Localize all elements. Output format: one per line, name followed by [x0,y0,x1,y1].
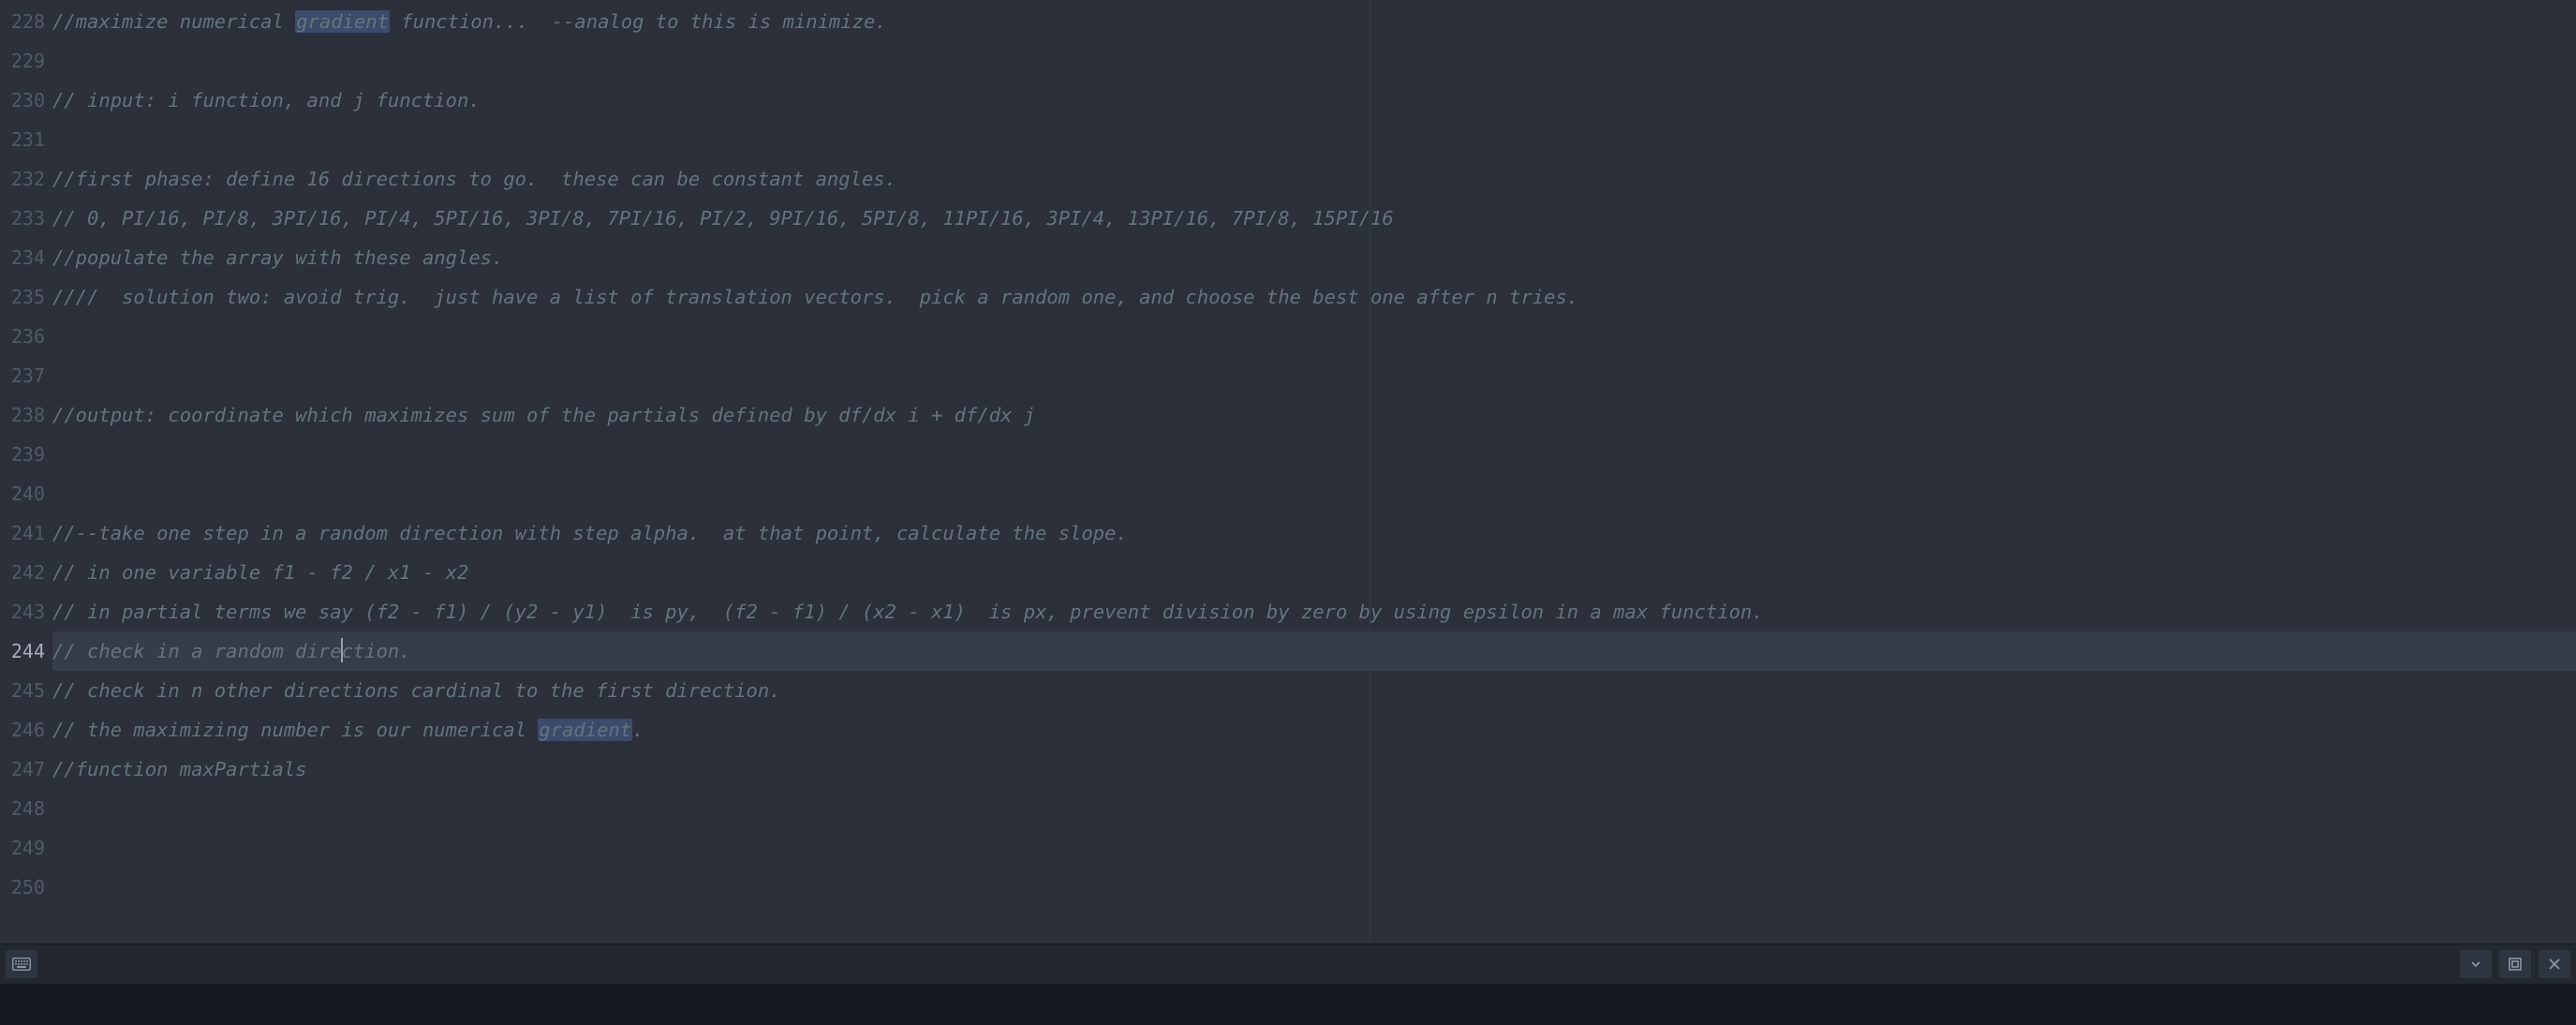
line-number: 229 [0,41,45,81]
code-line[interactable]: //populate the array with these angles. [52,238,2576,277]
code-line[interactable]: // the maximizing number is our numerica… [52,710,2576,750]
code-line[interactable] [52,435,2576,474]
code-line[interactable]: //--take one step in a random direction … [52,513,2576,553]
code-line[interactable] [52,41,2576,81]
line-number: 240 [0,474,45,513]
line-number: 235 [0,277,45,317]
line-number: 246 [0,710,45,750]
line-number: 247 [0,750,45,789]
close-icon[interactable] [2539,950,2570,978]
code-line[interactable]: //// solution two: avoid trig. just have… [52,277,2576,317]
text-cursor [341,638,343,662]
code-line[interactable]: //output: coordinate which maximizes sum… [52,395,2576,435]
line-number: 228 [0,2,45,41]
line-number: 232 [0,159,45,199]
code-line[interactable]: // 0, PI/16, PI/8, 3PI/16, PI/4, 5PI/16,… [52,199,2576,238]
keyboard-icon[interactable] [6,950,37,978]
code-line[interactable]: // check in n other directions cardinal … [52,671,2576,710]
code-line[interactable]: //first phase: define 16 directions to g… [52,159,2576,199]
line-number: 241 [0,513,45,553]
code-line[interactable] [52,356,2576,395]
code-editor[interactable]: 2282292302312322332342352362372382392402… [0,0,2576,943]
chevron-down-icon[interactable] [2460,950,2492,978]
code-line[interactable] [52,120,2576,159]
code-line[interactable] [52,868,2576,907]
line-number: 245 [0,671,45,710]
line-number: 237 [0,356,45,395]
code-line[interactable] [52,789,2576,828]
code-line[interactable]: // in partial terms we say (f2 - f1) / (… [52,592,2576,631]
code-line[interactable]: //function maxPartials [52,750,2576,789]
line-number: 249 [0,828,45,868]
line-number: 248 [0,789,45,828]
code-line[interactable]: // check in a random direction. [52,631,2576,671]
code-area[interactable]: //maximize numerical gradient function..… [52,0,2576,943]
line-number: 236 [0,317,45,356]
line-number: 231 [0,120,45,159]
line-number: 239 [0,435,45,474]
line-gutter: 2282292302312322332342352362372382392402… [0,0,45,943]
code-line[interactable]: // in one variable f1 - f2 / x1 - x2 [52,553,2576,592]
line-number: 243 [0,592,45,631]
line-number: 233 [0,199,45,238]
code-line[interactable]: //maximize numerical gradient function..… [52,2,2576,41]
panel-toolbar [0,943,2576,985]
terminal-output[interactable]: asset index.html 1.68 KiB [emitted] [0,985,2576,1025]
line-number: 238 [0,395,45,435]
maximize-icon[interactable] [2499,950,2531,978]
code-line[interactable] [52,317,2576,356]
line-number: 230 [0,81,45,120]
line-number: 244 [0,631,45,671]
line-number: 250 [0,868,45,907]
code-line[interactable] [52,828,2576,868]
line-number: 242 [0,553,45,592]
line-number: 234 [0,238,45,277]
code-line[interactable]: // input: i function, and j function. [52,81,2576,120]
code-line[interactable] [52,474,2576,513]
